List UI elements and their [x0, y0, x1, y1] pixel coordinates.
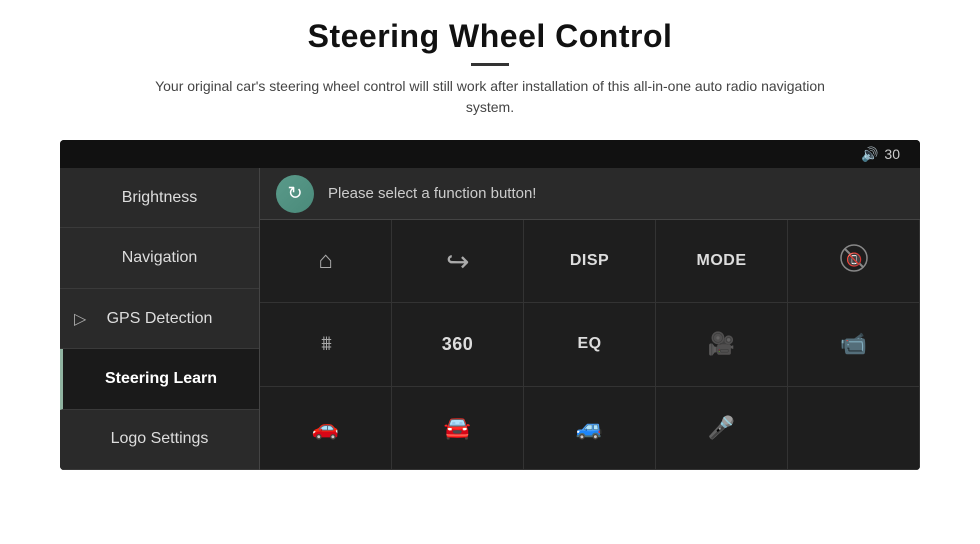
camera1-icon: 🎥 — [708, 331, 735, 357]
status-bar: 🔊 30 — [60, 140, 920, 168]
grid-home-button[interactable]: ⌂ — [260, 220, 392, 303]
grid-car3-button[interactable]: 🚙 — [524, 387, 656, 470]
sidebar-item-navigation[interactable]: Navigation — [60, 228, 259, 288]
grid-phone-off-button[interactable]: 📵 — [788, 220, 920, 303]
grid-tuner-button[interactable]: ⩩ — [260, 303, 392, 386]
title-divider — [471, 63, 509, 66]
sidebar-item-logo-settings[interactable]: Logo Settings — [60, 410, 259, 470]
car2-icon: 🚘 — [444, 415, 471, 441]
grid-empty-cell — [788, 387, 920, 470]
device-screen: 🔊 30 Brightness Navigation ▷ GPS Detecti… — [60, 140, 920, 470]
disp-label: DISP — [570, 252, 609, 270]
svg-text:📵: 📵 — [846, 252, 862, 267]
prompt-bar: ↻ Please select a function button! — [260, 168, 920, 220]
title-section: Steering Wheel Control Your original car… — [140, 18, 840, 118]
camera2-icon: 📹 — [840, 331, 867, 357]
mode-label: MODE — [697, 252, 747, 270]
home-icon: ⌂ — [318, 247, 333, 275]
page-wrapper: Steering Wheel Control Your original car… — [0, 0, 980, 544]
grid-car2-button[interactable]: 🚘 — [392, 387, 524, 470]
grid-eq-button[interactable]: EQ — [524, 303, 656, 386]
car1-icon: 🚗 — [312, 415, 339, 441]
subtitle: Your original car's steering wheel contr… — [140, 76, 840, 118]
main-content: Brightness Navigation ▷ GPS Detection St… — [60, 168, 920, 470]
360-label: 360 — [442, 334, 474, 355]
grid-camera2-button[interactable]: 📹 — [788, 303, 920, 386]
grid-360-button[interactable]: 360 — [392, 303, 524, 386]
page-title: Steering Wheel Control — [140, 18, 840, 55]
phone-off-icon: 📵 — [840, 244, 868, 278]
grid-mode-button[interactable]: MODE — [656, 220, 788, 303]
grid-camera1-button[interactable]: 🎥 — [656, 303, 788, 386]
sidebar-item-steering-learn[interactable]: Steering Learn — [60, 349, 259, 409]
grid-mic-button[interactable]: 🎤 — [656, 387, 788, 470]
prompt-text: Please select a function button! — [328, 185, 536, 202]
grid-back-button[interactable]: ↩ — [392, 220, 524, 303]
sidebar: Brightness Navigation ▷ GPS Detection St… — [60, 168, 260, 470]
cursor-arrow-icon: ▷ — [74, 309, 86, 329]
back-icon: ↩ — [446, 245, 469, 278]
mic-icon: 🎤 — [708, 415, 735, 441]
sidebar-item-brightness[interactable]: Brightness — [60, 168, 259, 228]
refresh-icon[interactable]: ↻ — [276, 175, 314, 213]
sidebar-item-gps-detection[interactable]: ▷ GPS Detection — [60, 289, 259, 349]
tuner-icon: ⩩ — [321, 333, 330, 356]
volume-value: 30 — [884, 146, 900, 162]
car3-icon: 🚙 — [576, 415, 603, 441]
grid-disp-button[interactable]: DISP — [524, 220, 656, 303]
button-grid: ⌂ ↩ DISP MODE — [260, 220, 920, 470]
grid-car1-button[interactable]: 🚗 — [260, 387, 392, 470]
volume-icon: 🔊 — [861, 146, 878, 163]
eq-label: EQ — [577, 335, 601, 353]
control-panel: ↻ Please select a function button! ⌂ ↩ D… — [260, 168, 920, 470]
